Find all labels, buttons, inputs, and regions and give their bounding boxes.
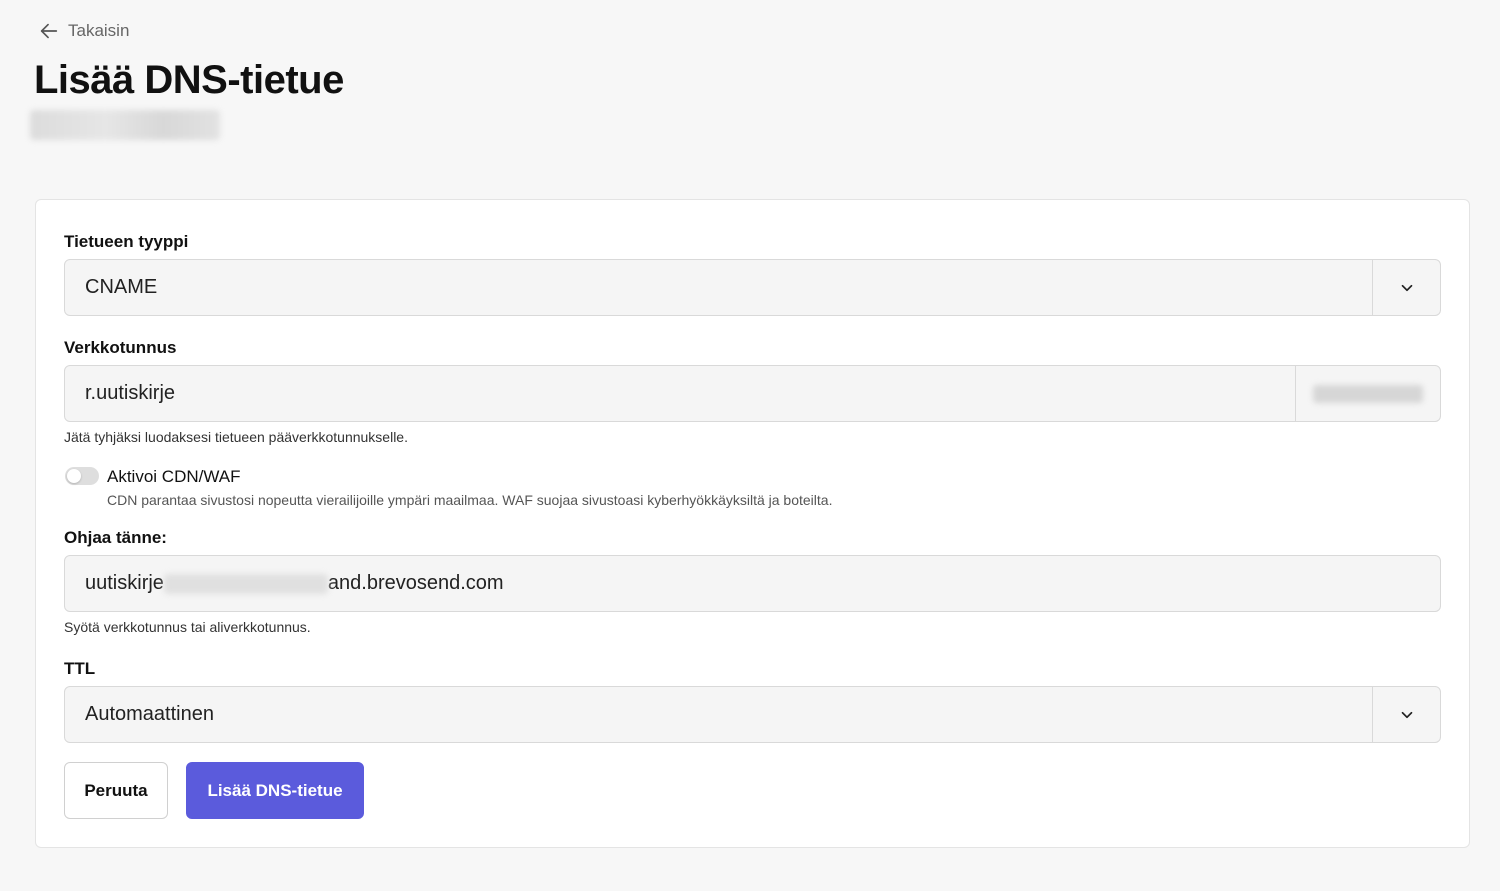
dns-record-form: Tietueen tyyppi CNAME Verkkotunnus r.uut… [35,199,1470,848]
domain-hint: Jätä tyhjäksi luodaksesi tietueen pääver… [64,429,408,445]
domain-input-value[interactable]: r.uutiskirje [65,382,1295,405]
ttl-select[interactable]: Automaattinen [64,686,1441,743]
domain-input[interactable]: r.uutiskirje [64,365,1441,422]
ttl-value: Automaattinen [85,703,214,725]
cancel-button[interactable]: Peruuta [64,762,168,819]
arrow-left-icon [40,23,58,39]
ttl-dropdown-button[interactable] [1372,687,1440,742]
target-hint: Syötä verkkotunnus tai aliverkkotunnus. [64,619,311,635]
ttl-label: TTL [64,659,96,678]
target-input-value[interactable]: uutiskirje and.brevosend.com [65,572,1440,595]
domain-label: Verkkotunnus [64,338,177,357]
record-type-dropdown-button[interactable] [1372,260,1440,315]
blurred-domain-suffix [1313,384,1423,403]
target-value-suffix: and.brevosend.com [327,572,504,594]
record-type-value: CNAME [85,276,158,298]
blurred-target-middle [163,573,328,594]
record-type-select[interactable]: CNAME [64,259,1441,316]
cdn-waf-label: Aktivoi CDN/WAF [107,467,241,486]
cdn-waf-toggle[interactable] [65,467,99,485]
page-title: Lisää DNS-tietue [34,58,344,102]
domain-suffix [1295,366,1440,421]
chevron-down-icon [1401,711,1412,718]
record-type-label: Tietueen tyyppi [64,232,189,251]
toggle-knob [67,469,81,483]
page: Takaisin Lisää DNS-tietue Tietueen tyypp… [0,0,1500,891]
back-label: Takaisin [68,21,130,40]
cdn-waf-description: CDN parantaa sivustosi nopeutta vieraili… [107,492,833,508]
add-dns-record-button[interactable]: Lisää DNS-tietue [186,762,364,819]
target-value-prefix: uutiskirje [85,572,164,594]
chevron-down-icon [1401,284,1412,291]
back-link[interactable]: Takaisin [38,20,129,42]
target-input[interactable]: uutiskirje and.brevosend.com [64,555,1441,612]
blurred-domain-subtitle [30,110,220,140]
target-label: Ohjaa tänne: [64,528,167,547]
